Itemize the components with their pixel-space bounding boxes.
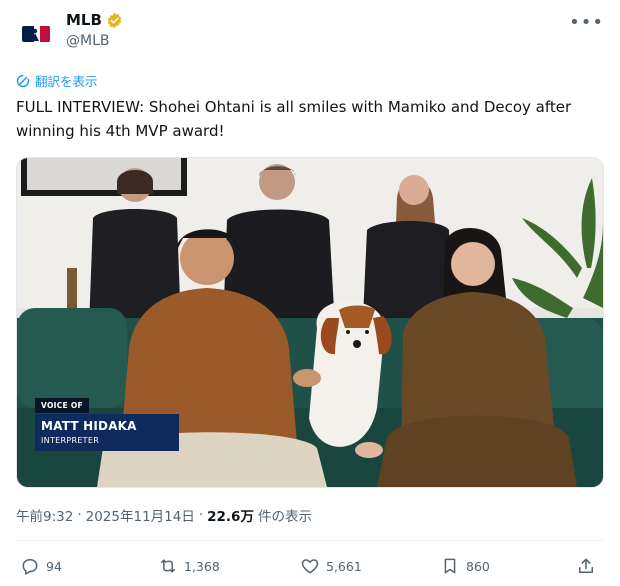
translate-icon (16, 74, 30, 87)
post-text: FULL INTERVIEW: Shohei Ohtani is all smi… (16, 98, 572, 140)
verified-badge-icon (107, 12, 122, 28)
divider (16, 540, 604, 541)
like-count: 5,661 (326, 558, 362, 574)
reply-count: 94 (46, 558, 62, 574)
display-name[interactable]: MLB (66, 11, 102, 29)
bookmark-icon (444, 558, 456, 574)
lower-third-panel: MATT HIDAKA INTERPRETER (35, 414, 179, 451)
post-meta: 午前9:32 · 2025年11月14日 · 22.6万 件の表示 (16, 505, 312, 525)
translate-link[interactable]: 翻訳を表示 (16, 71, 98, 90)
views-label: 件の表示 (257, 509, 312, 525)
meta-separator: · (77, 507, 82, 523)
author-name-row[interactable]: MLB (66, 11, 123, 29)
interpreter-name: MATT HIDAKA (41, 419, 137, 433)
mlb-logo-icon (22, 26, 50, 42)
handle[interactable]: @MLB (66, 33, 109, 49)
meta-separator-2: · (198, 507, 204, 523)
repost-count: 1,368 (184, 558, 220, 574)
share-button[interactable] (576, 556, 596, 576)
post-date[interactable]: 2025年11月14日 (86, 505, 195, 525)
repost-button[interactable]: 1,368 (158, 556, 220, 576)
post-card: MLB @MLB ••• 翻訳を表示 FULL INTERVIEW: Shohe… (0, 0, 620, 586)
views-count[interactable]: 22.6万 (207, 505, 254, 525)
bookmark-count: 860 (466, 558, 490, 574)
voice-of-label: VOICE OF (35, 398, 89, 413)
share-icon (579, 558, 593, 573)
translate-label: 翻訳を表示 (35, 74, 98, 89)
reply-button[interactable]: 94 (20, 556, 62, 576)
repost-icon (161, 559, 175, 573)
action-bar: 94 1,368 5,661 860 (16, 556, 604, 580)
interpreter-role: INTERPRETER (41, 436, 100, 445)
interpreter-lower-third: VOICE OF MATT HIDAKA INTERPRETER (35, 393, 179, 451)
more-options-icon[interactable]: ••• (569, 12, 604, 33)
heart-icon (301, 559, 319, 574)
reply-icon (22, 559, 38, 575)
like-button[interactable]: 5,661 (300, 556, 362, 576)
post-time[interactable]: 午前9:32 (16, 505, 73, 525)
video-player[interactable]: VOICE OF MATT HIDAKA INTERPRETER (16, 157, 604, 488)
mlb-logo-avatar[interactable] (16, 14, 56, 54)
bookmark-button[interactable]: 860 (440, 556, 490, 576)
